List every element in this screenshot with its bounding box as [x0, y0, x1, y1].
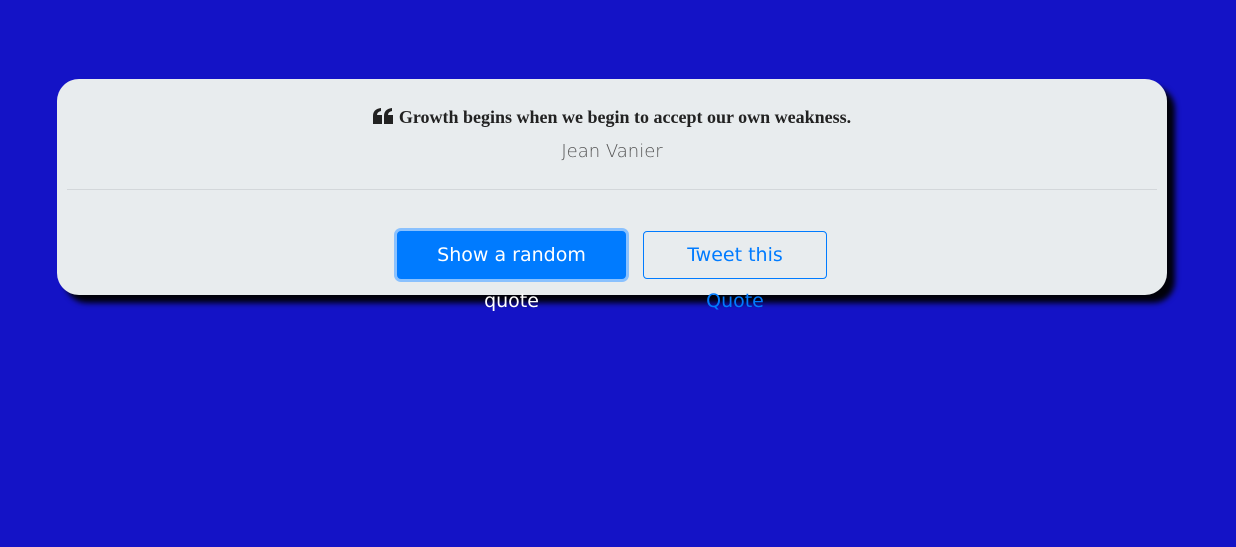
page-background: Growth begins when we begin to accept ou…	[0, 0, 1236, 547]
divider	[67, 189, 1157, 190]
quote-text: Growth begins when we begin to accept ou…	[398, 107, 852, 127]
random-quote-button[interactable]: Show a random quote	[397, 231, 626, 312]
tweet-quote-button[interactable]: Tweet this Quote	[643, 231, 827, 312]
quote-card: Growth begins when we begin to accept ou…	[57, 79, 1167, 312]
quote-left-icon	[372, 106, 394, 124]
action-buttons: Show a random quote Tweet this Quote	[57, 231, 1167, 312]
quote-author: Jean Vanier	[561, 141, 663, 162]
quote-line: Growth begins when we begin to accept ou…	[57, 105, 1167, 129]
